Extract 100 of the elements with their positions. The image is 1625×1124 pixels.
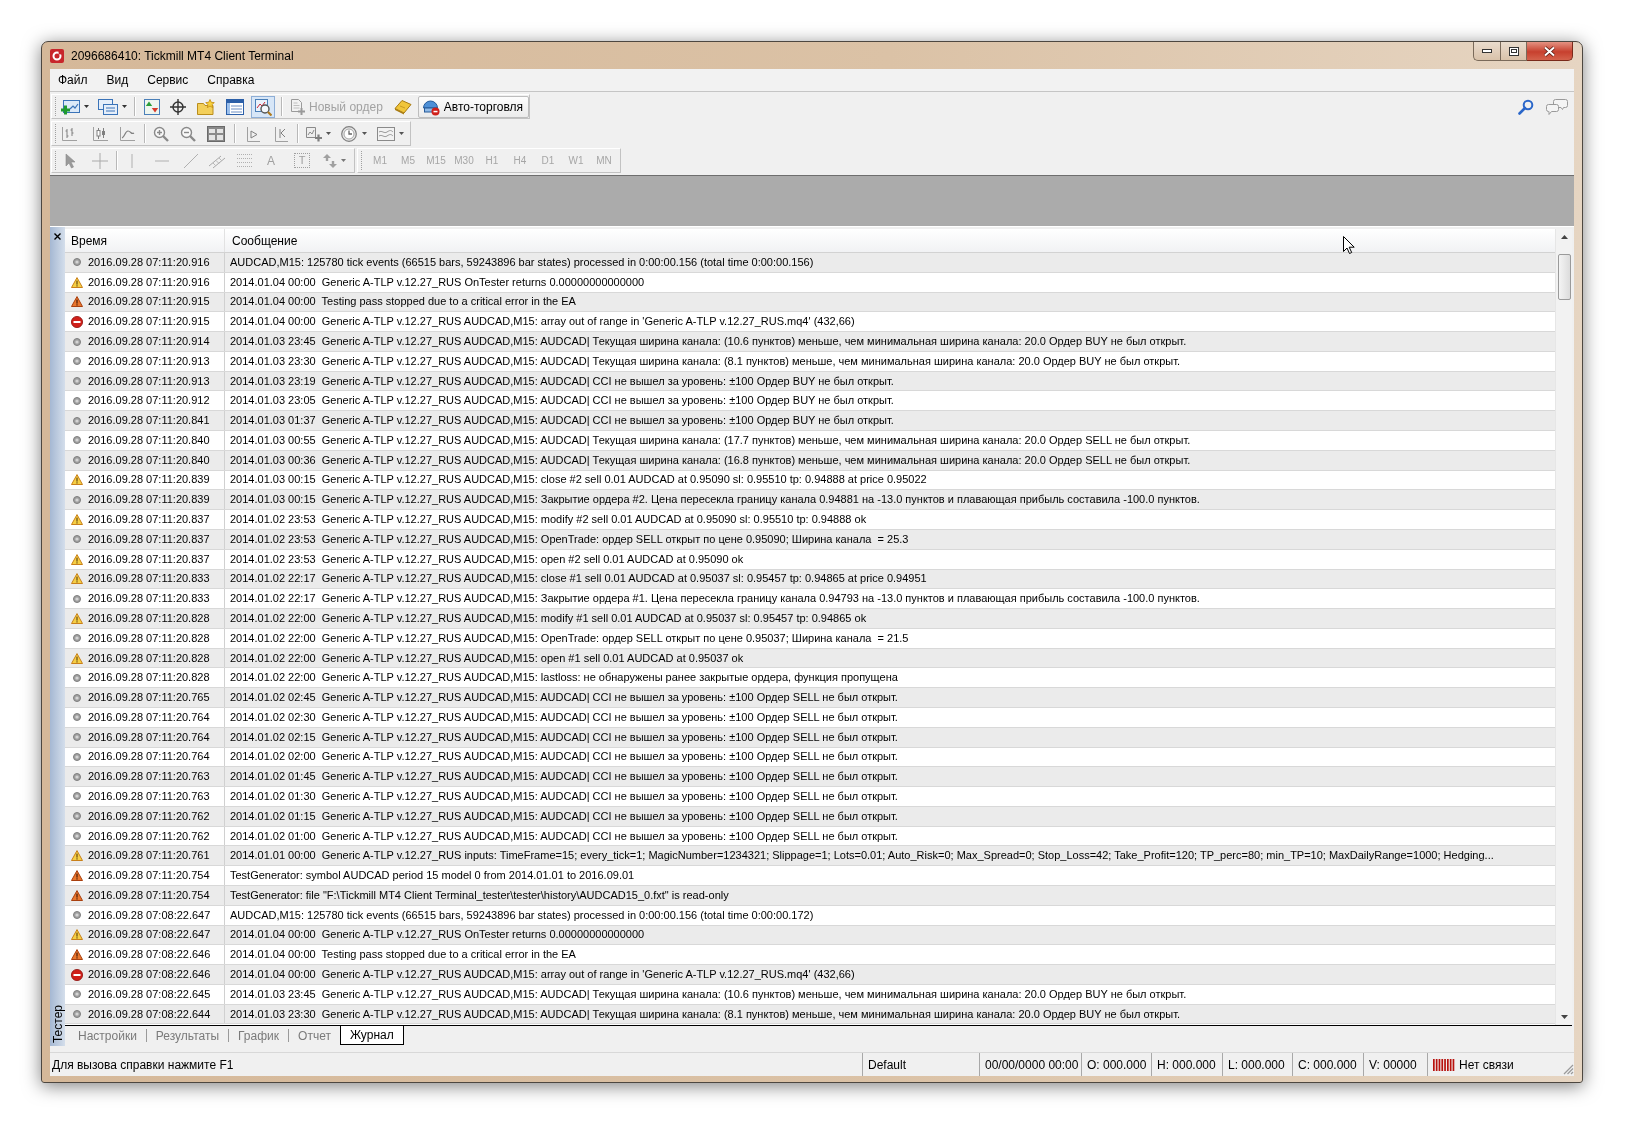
log-timestamp: 2016.09.28 07:11:20.833 (88, 592, 210, 606)
status-hint: Для вызова справки нажмите F1 (51, 1056, 235, 1074)
candlestick-icon[interactable] (92, 125, 108, 142)
grip-icon[interactable] (360, 151, 363, 170)
log-timestamp: 2016.09.28 07:11:20.915 (88, 315, 210, 329)
folder-star-icon[interactable] (197, 98, 215, 115)
log-timestamp: 2016.09.28 07:11:20.763 (88, 790, 210, 803)
tile-windows-icon[interactable] (207, 125, 225, 142)
log-timestamp: 2016.09.28 07:11:20.765 (88, 691, 210, 705)
search-icon[interactable] (1518, 98, 1534, 115)
bar-chart-icon[interactable] (61, 125, 77, 142)
caret-icon[interactable] (326, 132, 331, 135)
caret-icon[interactable] (362, 132, 367, 135)
close-button[interactable] (1527, 42, 1573, 61)
grip-icon[interactable] (54, 97, 57, 116)
log-timestamp: 2016.09.28 07:11:20.761 (88, 849, 210, 863)
maximize-button[interactable] (1500, 42, 1527, 61)
line-chart-icon[interactable] (119, 125, 135, 142)
log-timestamp: 2016.09.28 07:11:20.915 (88, 295, 210, 309)
caret-icon[interactable] (84, 105, 89, 108)
menu-item[interactable]: Файл (50, 73, 96, 87)
status-dot-icon (73, 535, 81, 544)
no-entry-icon (71, 315, 83, 328)
log-message: 2014.01.04 00:00 Generic A-TLP v.12.27_RUS OnTester returns 0.00000000000000 (230, 275, 645, 289)
template-icon[interactable] (377, 125, 395, 142)
log-message: 2014.01.02 22:00 Generic A-TLP v.12.27_RUS AUDCAD,M15: OpenTrade: ордер SELL открыт по цене 0.95037; Ширина канала = 21.5 (230, 631, 909, 645)
grip-icon[interactable] (54, 124, 57, 143)
log-message: 2014.01.02 02:00 Generic A-TLP v.12.27_RUS AUDCAD,M15: AUDCAD| CCI не вышел за уровень: ±100 Ордер SELL не был открыт. (230, 750, 898, 764)
log-timestamp: 2016.09.28 07:11:20.762 (88, 829, 210, 843)
arrows-chart-icon[interactable] (144, 98, 160, 115)
tester-toggle-button[interactable] (251, 95, 275, 118)
status-dot-icon (73, 733, 81, 742)
resize-grip-icon[interactable] (1563, 1064, 1574, 1075)
scrollbar-thumb[interactable] (1557, 254, 1571, 300)
minimize-button[interactable] (1473, 42, 1500, 61)
chat-bubbles-icon[interactable] (1546, 98, 1568, 115)
chart-add-icon[interactable] (61, 98, 81, 115)
zoom-out-icon[interactable] (180, 125, 196, 142)
log-timestamp: 2016.09.28 07:11:20.833 (88, 572, 210, 586)
arrows-icon[interactable] (322, 152, 338, 169)
zoom-in-icon[interactable] (153, 125, 169, 142)
clock-icon[interactable] (341, 125, 357, 142)
vertical-scrollbar[interactable] (1555, 229, 1572, 1025)
price-readout: C: 000.000 (1292, 1053, 1363, 1076)
log-message: 2014.01.03 00:15 Generic A-TLP v.12.27_RUS AUDCAD,M15: close #2 sell 0.01 AUDCAD at 0.95090 sl: 0.95510 tp: 0.94888 at price 0.95022 (230, 473, 927, 487)
log-message: TestGenerator: symbol AUDCAD period 15 model 0 from 2014.01.01 to 2016.09.01 (230, 869, 635, 883)
scroll-up-icon[interactable] (1560, 235, 1568, 239)
tab[interactable]: Результаты (146, 1026, 229, 1045)
menu-item[interactable]: Сервис (139, 73, 197, 87)
column-header[interactable]: Время (65, 229, 224, 252)
menu-item[interactable]: Вид (98, 73, 137, 87)
log-timestamp: 2016.09.28 07:11:20.837 (88, 532, 210, 546)
autoscroll-icon[interactable] (272, 125, 288, 142)
menu-item[interactable]: Справка (199, 73, 263, 87)
log-message: 2014.01.02 01:15 Generic A-TLP v.12.27_RUS AUDCAD,M15: AUDCAD| CCI не вышел за уровень: ±100 Ордер SELL не был открыт. (230, 809, 898, 823)
log-message: 2014.01.03 23:30 Generic A-TLP v.12.27_RUS AUDCAD,M15: AUDCAD| Текущая ширина канала: (8.1 пунктов) меньше, чем минимальная ширина канала: 20.0 Ордер BUY не был открыт. (230, 1007, 1181, 1021)
cursor-icon[interactable] (65, 152, 77, 169)
log-message: 2014.01.04 00:00 Generic A-TLP v.12.27_RUS OnTester returns 0.00000000000000 (230, 928, 645, 942)
log-message: 2014.01.04 00:00 Generic A-TLP v.12.27_RUS AUDCAD,M15: array out of range in 'Generic A-TLP v.12.27_RUS.mq4' (432,66) (230, 968, 855, 981)
log-message: 2014.01.03 00:55 Generic A-TLP v.12.27_RUS AUDCAD,M15: AUDCAD| Текущая ширина канала: (17.7 пунктов) меньше, чем минимальная ширина канала: 20.0 Ордер SELL не был открыт. (230, 433, 1191, 447)
warning-icon (71, 296, 83, 308)
warning-icon (71, 612, 83, 624)
caret-icon[interactable] (122, 105, 127, 108)
panel-side-label[interactable]: Тестер (50, 1004, 65, 1043)
auto-trading-button[interactable]: Авто-торговля (417, 95, 530, 118)
log-timestamp: 2016.09.28 07:11:20.840 (88, 433, 210, 447)
no-entry-icon (71, 968, 83, 981)
status-dot-icon (73, 693, 81, 702)
status-dot-icon (73, 456, 81, 465)
chart-shift-icon[interactable] (244, 125, 260, 142)
log-message: 2014.01.03 01:37 Generic A-TLP v.12.27_RUS AUDCAD,M15: AUDCAD| CCI не вышел за уровень: ±100 Ордер BUY не был открыт. (230, 414, 894, 428)
caret-icon[interactable] (399, 132, 404, 135)
log-message: AUDCAD,M15: 125780 tick events (66515 bars, 59243896 bar states) processed in 0:00:00.156 (total time 0:00:00.172) (230, 908, 814, 922)
grip-icon[interactable] (54, 151, 57, 170)
tab[interactable]: График (229, 1026, 289, 1045)
text-label-tool-button[interactable]: T (294, 153, 310, 168)
status-dot-icon (73, 911, 81, 920)
tab[interactable]: Журнал (339, 1026, 404, 1045)
book-icon[interactable] (393, 98, 412, 115)
warning-icon (71, 652, 83, 664)
indicator-add-icon[interactable] (305, 125, 323, 142)
log-message: 2014.01.02 22:17 Generic A-TLP v.12.27_RUS AUDCAD,M15: Закрытие ордера #1. Цена пересекла границу канала 0.94793 на -13.0 пунктов и плавающая прибыль составила -100.0 пунктов. (230, 592, 1200, 606)
scroll-down-icon[interactable] (1560, 1015, 1568, 1019)
warning-icon (71, 474, 83, 486)
status-dot-icon (73, 337, 81, 346)
document-plus-icon (289, 98, 305, 115)
log-timestamp: 2016.09.28 07:11:20.916 (88, 255, 210, 269)
tab[interactable]: Отчет (289, 1026, 340, 1045)
log-message: TestGenerator: file "F:\Tickmill MT4 Client Terminal_tester\tester\history\AUDCAD15_0.fxt" is read-only (230, 888, 729, 902)
windows-stack-icon[interactable] (98, 98, 118, 115)
log-timestamp: 2016.09.28 07:11:20.764 (88, 730, 210, 744)
close-icon[interactable] (54, 233, 61, 240)
fibonacci-icon[interactable] (237, 152, 253, 169)
text-tool-button[interactable]: A (267, 152, 275, 169)
date-time-readout: 00/00/0000 00:00 (979, 1053, 1081, 1076)
trend-line-icon[interactable] (184, 153, 198, 168)
status-dot-icon (73, 416, 81, 425)
crosshair-icon[interactable] (170, 98, 186, 115)
list-window-icon[interactable] (226, 98, 244, 115)
tab[interactable]: Настройки (69, 1026, 146, 1045)
